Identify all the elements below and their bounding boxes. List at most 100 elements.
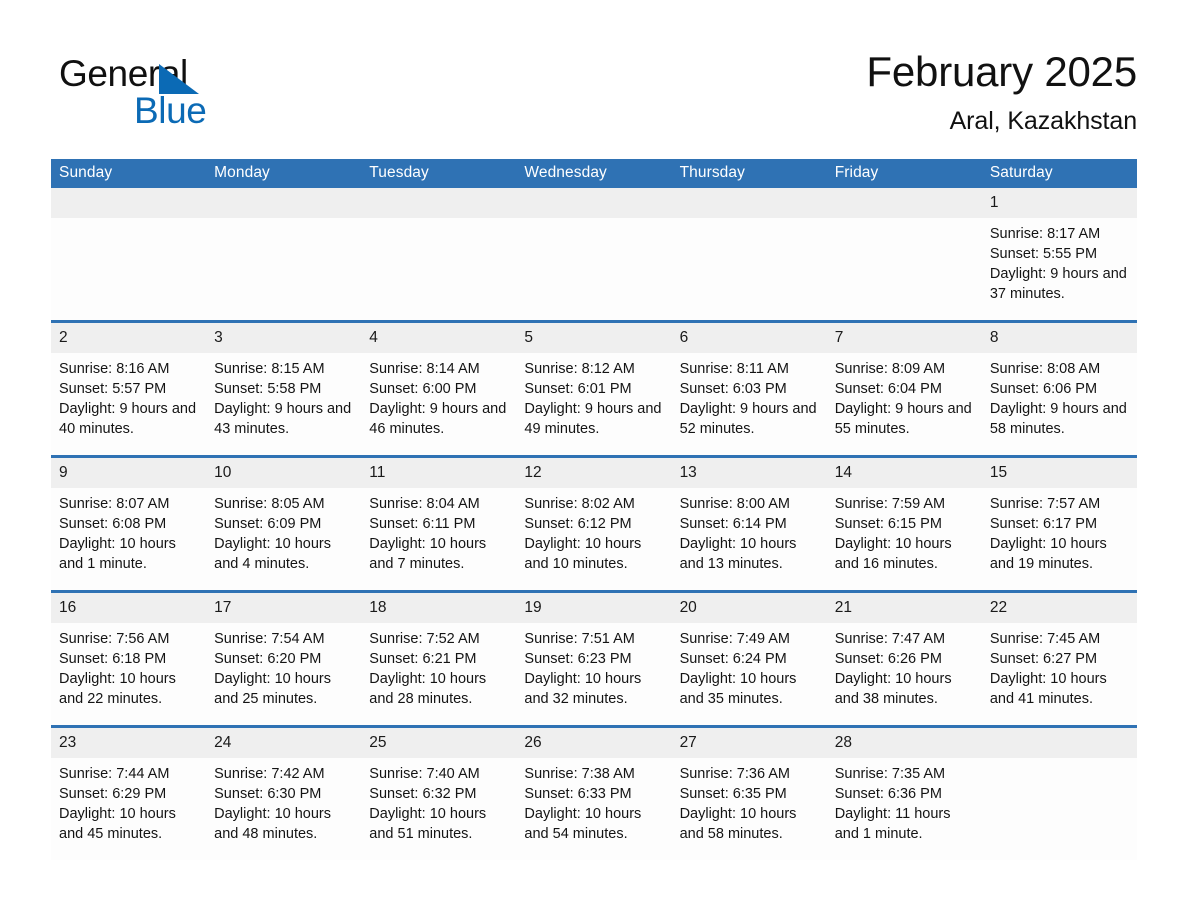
day-details: Sunrise: 7:36 AM Sunset: 6:35 PM Daylight:…: [672, 758, 827, 844]
sunrise-text: Sunrise: 8:16 AM: [59, 361, 170, 377]
day-cell[interactable]: 13 Sunrise: 8:00 AM Sunset: 6:14 PM Dayligh…: [671, 455, 827, 592]
sunrise-text: Sunrise: 7:49 AM: [679, 631, 790, 647]
title-block: February 2025 Aral, Kazakhstan: [497, 46, 1137, 138]
daylight-text: Daylight: 10 hours and 16 minutes.: [834, 536, 952, 572]
day-details: Sunrise: 7:57 AM Sunset: 6:17 PM Daylight:…: [982, 488, 1137, 574]
daylight-text: Daylight: 10 hours and 1 minute.: [59, 536, 176, 572]
day-cell[interactable]: 8 Sunrise: 8:08 AM Sunset: 6:06 PM Daylight…: [981, 320, 1137, 457]
day-cell[interactable]: 22 Sunrise: 7:45 AM Sunset: 6:27 PM Dayligh…: [981, 590, 1137, 727]
daylight-text: Daylight: 10 hours and 10 minutes.: [524, 536, 642, 572]
sunrise-text: Sunrise: 8:00 AM: [679, 496, 790, 512]
day-cell[interactable]: 15 Sunrise: 7:57 AM Sunset: 6:17 PM Dayligh…: [981, 455, 1137, 592]
calendar-page: General Blue February 2025 Aral, Kazakhs…: [0, 0, 1188, 918]
daylight-text: Daylight: 10 hours and 28 minutes.: [369, 671, 487, 707]
day-cell[interactable]: 19 Sunrise: 7:51 AM Sunset: 6:23 PM Dayligh…: [516, 590, 672, 727]
day-details: Sunrise: 8:14 AM Sunset: 6:00 PM Daylight:…: [361, 353, 516, 439]
daylight-text: Daylight: 10 hours and 35 minutes.: [679, 671, 797, 707]
daylight-text: Daylight: 10 hours and 22 minutes.: [59, 671, 176, 707]
sunrise-text: Sunrise: 7:35 AM: [834, 766, 946, 782]
day-cell[interactable]: 5 Sunrise: 8:12 AM Sunset: 6:01 PM Daylight…: [516, 320, 672, 457]
daylight-text: Daylight: 10 hours and 4 minutes.: [214, 536, 332, 572]
sunrise-text: Sunrise: 7:38 AM: [524, 766, 635, 782]
day-details: Sunrise: 7:54 AM Sunset: 6:20 PM Daylight:…: [206, 623, 361, 709]
day-cell[interactable]: 6 Sunrise: 8:11 AM Sunset: 6:03 PM Daylight…: [671, 320, 827, 457]
sunset-text: Sunset: 6:03 PM: [679, 381, 787, 397]
daylight-text: Daylight: 9 hours and 58 minutes.: [989, 401, 1127, 437]
sunset-text: Sunset: 6:21 PM: [369, 651, 477, 667]
day-cell[interactable]: 9 Sunrise: 8:07 AM Sunset: 6:08 PM Daylight…: [51, 455, 207, 592]
daylight-text: Daylight: 10 hours and 48 minutes.: [214, 806, 332, 842]
sunset-text: Sunset: 6:17 PM: [989, 516, 1098, 532]
generalblue-logo[interactable]: General Blue: [59, 52, 319, 138]
day-cell[interactable]: 2 Sunrise: 8:16 AM Sunset: 5:57 PM Daylight…: [51, 320, 207, 457]
day-number: 15: [981, 458, 1137, 488]
day-number: 24: [206, 728, 362, 758]
sunset-text: Sunset: 6:35 PM: [679, 786, 787, 802]
day-number: 6: [671, 323, 827, 353]
day-details: Sunrise: 7:38 AM Sunset: 6:33 PM Daylight:…: [516, 758, 671, 844]
weekday-header-thursday: Thursday: [671, 159, 827, 188]
day-cell[interactable]: 18 Sunrise: 7:52 AM Sunset: 6:21 PM Dayligh…: [361, 590, 517, 727]
day-cell[interactable]: 21 Sunrise: 7:47 AM Sunset: 6:26 PM Dayligh…: [826, 590, 982, 727]
day-details: Sunrise: 8:08 AM Sunset: 6:06 PM Daylight:…: [982, 353, 1137, 439]
day-cell[interactable]: 11 Sunrise: 8:04 AM Sunset: 6:11 PM Dayligh…: [361, 455, 517, 592]
day-cell-empty: [981, 725, 1137, 860]
day-cell[interactable]: 10 Sunrise: 8:05 AM Sunset: 6:09 PM Dayligh…: [206, 455, 362, 592]
day-cell[interactable]: 23 Sunrise: 7:44 AM Sunset: 6:29 PM Dayligh…: [51, 725, 207, 860]
day-details: Sunrise: 8:17 AM Sunset: 5:55 PM Daylight:…: [982, 218, 1137, 304]
day-cell[interactable]: 4 Sunrise: 8:14 AM Sunset: 6:00 PM Daylight…: [361, 320, 517, 457]
day-cell[interactable]: 28 Sunrise: 7:35 AM Sunset: 6:36 PM Dayligh…: [826, 725, 982, 860]
day-cell[interactable]: 25 Sunrise: 7:40 AM Sunset: 6:32 PM Dayligh…: [361, 725, 517, 860]
calendar-week-row: 23 Sunrise: 7:44 AM Sunset: 6:29 PM Dayligh…: [51, 725, 1137, 860]
day-number: 1: [981, 188, 1137, 218]
sunrise-text: Sunrise: 8:14 AM: [369, 361, 480, 377]
sunrise-text: Sunrise: 7:42 AM: [214, 766, 325, 782]
day-cell[interactable]: 7 Sunrise: 8:09 AM Sunset: 6:04 PM Daylight…: [826, 320, 982, 457]
sunset-text: Sunset: 6:20 PM: [214, 651, 322, 667]
daylight-text: Daylight: 9 hours and 40 minutes.: [59, 401, 197, 437]
sunrise-text: Sunrise: 7:59 AM: [834, 496, 946, 512]
day-details: Sunrise: 7:56 AM Sunset: 6:18 PM Daylight:…: [51, 623, 206, 709]
daylight-text: Daylight: 9 hours and 43 minutes.: [214, 401, 352, 437]
day-details: Sunrise: 8:00 AM Sunset: 6:14 PM Daylight:…: [672, 488, 827, 574]
daylight-text: Daylight: 10 hours and 45 minutes.: [59, 806, 176, 842]
day-number: 22: [981, 593, 1137, 623]
day-cell[interactable]: 17 Sunrise: 7:54 AM Sunset: 6:20 PM Dayligh…: [206, 590, 362, 727]
day-cell[interactable]: 27 Sunrise: 7:36 AM Sunset: 6:35 PM Dayligh…: [671, 725, 827, 860]
day-cell-empty: [671, 188, 827, 322]
day-details: Sunrise: 8:04 AM Sunset: 6:11 PM Daylight:…: [361, 488, 516, 574]
day-cell[interactable]: 14 Sunrise: 7:59 AM Sunset: 6:15 PM Dayligh…: [826, 455, 982, 592]
day-cell[interactable]: 20 Sunrise: 7:49 AM Sunset: 6:24 PM Dayligh…: [671, 590, 827, 727]
sunrise-text: Sunrise: 7:54 AM: [214, 631, 325, 647]
day-number: 17: [206, 593, 362, 623]
daylight-text: Daylight: 10 hours and 58 minutes.: [679, 806, 797, 842]
sunrise-text: Sunrise: 8:02 AM: [524, 496, 635, 512]
daylight-text: Daylight: 10 hours and 38 minutes.: [834, 671, 952, 707]
day-details: Sunrise: 7:51 AM Sunset: 6:23 PM Daylight:…: [516, 623, 671, 709]
daylight-text: Daylight: 9 hours and 49 minutes.: [524, 401, 662, 437]
day-cell[interactable]: 16 Sunrise: 7:56 AM Sunset: 6:18 PM Dayligh…: [51, 590, 207, 727]
sunrise-text: Sunrise: 7:47 AM: [834, 631, 946, 647]
sunrise-text: Sunrise: 8:05 AM: [214, 496, 325, 512]
daylight-text: Daylight: 11 hours and 1 minute.: [834, 806, 951, 842]
calendar-week-row: 16 Sunrise: 7:56 AM Sunset: 6:18 PM Dayligh…: [51, 590, 1137, 727]
day-number: 10: [206, 458, 362, 488]
day-number: 14: [826, 458, 982, 488]
day-cell[interactable]: 3 Sunrise: 8:15 AM Sunset: 5:58 PM Daylight…: [206, 320, 362, 457]
day-cell[interactable]: 12 Sunrise: 8:02 AM Sunset: 6:12 PM Dayligh…: [516, 455, 672, 592]
logo-text-blue: Blue: [134, 90, 207, 131]
daylight-text: Daylight: 9 hours and 55 minutes.: [834, 401, 972, 437]
day-details: Sunrise: 7:42 AM Sunset: 6:30 PM Daylight:…: [206, 758, 361, 844]
day-cell[interactable]: 26 Sunrise: 7:38 AM Sunset: 6:33 PM Dayligh…: [516, 725, 672, 860]
day-cell[interactable]: 24 Sunrise: 7:42 AM Sunset: 6:30 PM Dayligh…: [206, 725, 362, 860]
sunset-text: Sunset: 6:01 PM: [524, 381, 632, 397]
sunset-text: Sunset: 6:04 PM: [834, 381, 942, 397]
day-number: 21: [826, 593, 982, 623]
day-details: Sunrise: 7:45 AM Sunset: 6:27 PM Daylight:…: [982, 623, 1137, 709]
sunset-text: Sunset: 6:18 PM: [59, 651, 167, 667]
day-cell[interactable]: 1 Sunrise: 8:17 AM Sunset: 5:55 PM Daylight…: [981, 188, 1137, 322]
sunset-text: Sunset: 6:00 PM: [369, 381, 477, 397]
day-number: 5: [516, 323, 672, 353]
day-number: 7: [826, 323, 982, 353]
sunset-text: Sunset: 6:24 PM: [679, 651, 787, 667]
